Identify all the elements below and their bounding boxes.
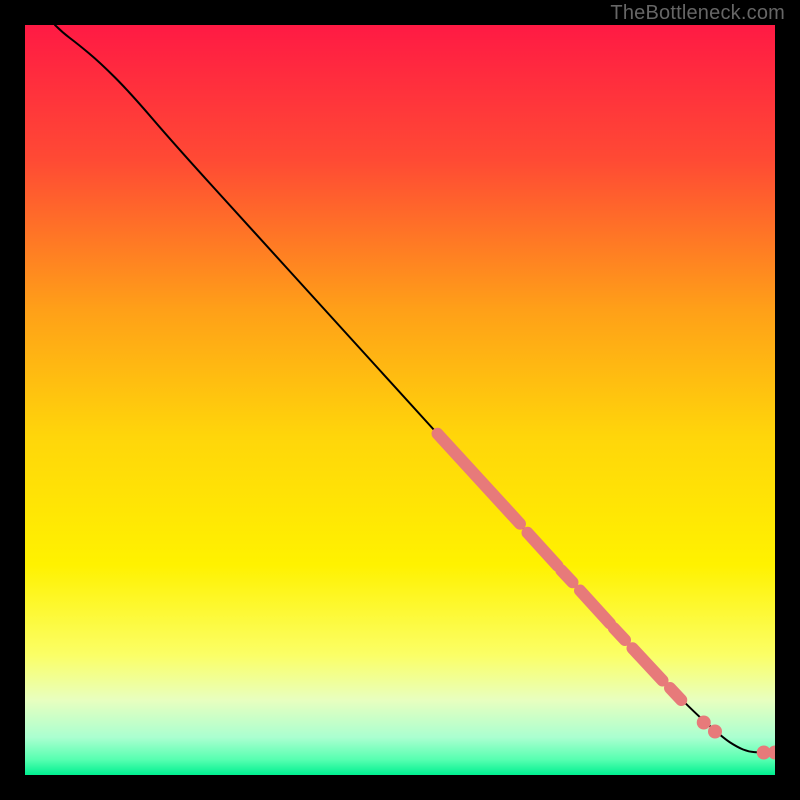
plot-area	[25, 25, 775, 775]
chart-stage: TheBottleneck.com	[0, 0, 800, 800]
plot-svg	[25, 25, 775, 775]
highlight-segment	[614, 628, 625, 640]
highlight-dot	[708, 725, 722, 739]
watermark-label: TheBottleneck.com	[610, 2, 785, 25]
highlight-segment	[561, 570, 572, 582]
gradient-background	[25, 25, 775, 775]
highlight-segment	[670, 688, 681, 700]
highlight-dot	[697, 716, 711, 730]
